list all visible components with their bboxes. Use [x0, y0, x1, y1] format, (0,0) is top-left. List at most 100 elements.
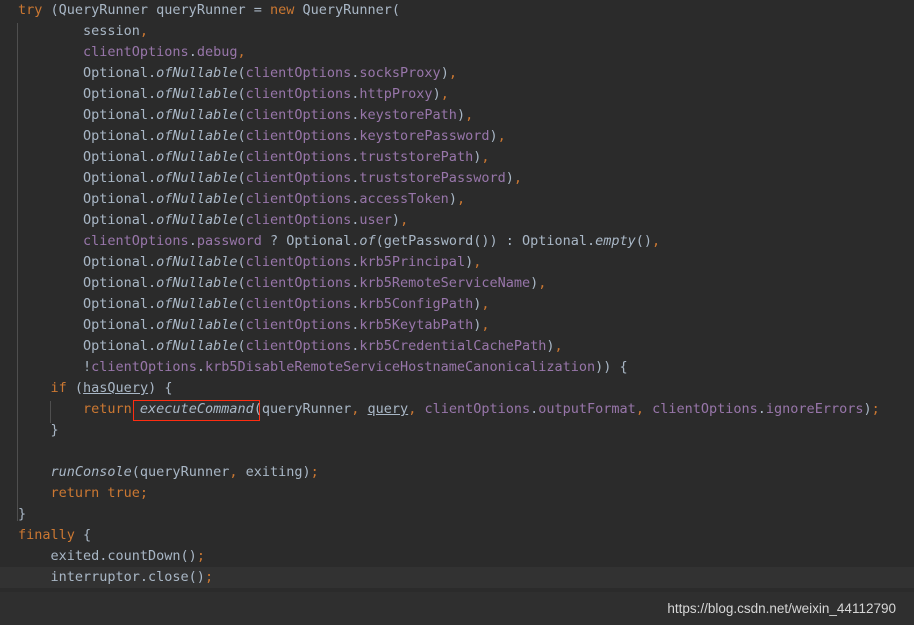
code-line[interactable]: Optional.ofNullable(clientOptions.httpPr…	[0, 84, 914, 105]
code-line[interactable]: exited.countDown();	[0, 546, 914, 567]
code-line[interactable]: try (QueryRunner queryRunner = new Query…	[0, 0, 914, 21]
code-token: ofNullable	[156, 338, 238, 354]
code-token: ofNullable	[156, 191, 238, 207]
code-token: ,	[481, 317, 490, 333]
code-token: Optional.	[18, 65, 157, 81]
code-token: )	[456, 107, 466, 123]
code-token: (	[237, 191, 246, 207]
code-line[interactable]: Optional.ofNullable(clientOptions.trusts…	[0, 147, 914, 168]
code-line[interactable]: Optional.ofNullable(clientOptions.socksP…	[0, 63, 914, 84]
code-token: ofNullable	[156, 128, 238, 144]
code-line[interactable]: Optional.ofNullable(clientOptions.krb5Pr…	[0, 252, 914, 273]
code-line-text: !clientOptions.krb5DisableRemoteServiceH…	[0, 357, 628, 378]
code-token: clientOptions	[245, 128, 352, 144]
code-token: )	[530, 275, 539, 291]
code-token: ,	[448, 65, 457, 81]
code-token: Optional.	[18, 275, 157, 291]
code-line[interactable]: Optional.ofNullable(clientOptions.user),	[0, 210, 914, 231]
code-token: ;	[310, 464, 319, 480]
code-token: }	[18, 590, 26, 592]
code-line[interactable]	[0, 441, 914, 462]
code-token: clientOptions	[18, 233, 189, 249]
code-token: ,	[465, 107, 474, 123]
code-line[interactable]: if (hasQuery) {	[0, 378, 914, 399]
code-line[interactable]: Optional.ofNullable(clientOptions.access…	[0, 189, 914, 210]
code-line-text: Optional.ofNullable(clientOptions.keysto…	[0, 105, 473, 126]
code-token: of	[359, 233, 376, 249]
code-token: !	[18, 359, 92, 375]
code-line[interactable]: }	[0, 420, 914, 441]
code-line[interactable]: Optional.ofNullable(clientOptions.krb5Cr…	[0, 336, 914, 357]
code-token: (getPassword()) : Optional.	[375, 233, 596, 249]
code-line[interactable]: return executeCommand(queryRunner, query…	[0, 399, 914, 420]
code-line[interactable]: Optional.ofNullable(clientOptions.krb5Co…	[0, 294, 914, 315]
code-token: )	[448, 191, 457, 207]
code-line[interactable]: !clientOptions.krb5DisableRemoteServiceH…	[0, 357, 914, 378]
code-token: httpProxy	[359, 86, 433, 102]
code-token: )	[391, 212, 401, 228]
code-line-text: }	[0, 504, 26, 525]
code-line[interactable]: }	[0, 504, 914, 525]
code-token: ofNullable	[156, 275, 238, 291]
code-line-text: Optional.ofNullable(clientOptions.krb5Cr…	[0, 336, 563, 357]
code-line-text: exited.countDown();	[0, 546, 205, 567]
code-token: (	[237, 254, 246, 270]
code-token: (	[237, 107, 246, 123]
code-line-text: Optional.ofNullable(clientOptions.krb5Ke…	[0, 315, 489, 336]
code-line[interactable]: clientOptions.password ? Optional.of(get…	[0, 231, 914, 252]
code-token: ;	[204, 569, 214, 585]
code-token: )	[432, 86, 441, 102]
code-token: accessToken	[359, 191, 449, 207]
code-token: clientOptions	[245, 317, 352, 333]
code-line[interactable]: session,	[0, 21, 914, 42]
code-token: password	[196, 233, 262, 249]
code-token: (queryRunner	[253, 401, 352, 417]
code-token: Optional.	[18, 107, 157, 123]
code-line[interactable]: Optional.ofNullable(clientOptions.keysto…	[0, 126, 914, 147]
code-token: ofNullable	[156, 86, 238, 102]
code-token: .	[757, 401, 766, 417]
code-line-text: Optional.ofNullable(clientOptions.access…	[0, 189, 465, 210]
code-token: keystorePassword	[359, 128, 490, 144]
code-token: krb5CredentialCachePath	[359, 338, 547, 354]
code-token: (	[237, 212, 246, 228]
code-token: }	[18, 506, 27, 522]
code-token: Optional.	[18, 191, 157, 207]
code-line[interactable]: Optional.ofNullable(clientOptions.krb5Ke…	[0, 315, 914, 336]
code-token: executeCommand	[139, 401, 254, 417]
code-token: finally	[18, 527, 84, 543]
code-line[interactable]: interruptor.close();	[0, 567, 914, 588]
code-token: query	[367, 401, 409, 417]
code-line-text: finally {	[0, 525, 91, 546]
code-token: .	[188, 233, 197, 249]
code-token: (	[237, 275, 246, 291]
code-line-text: if (hasQuery) {	[0, 378, 173, 399]
code-token: krb5RemoteServiceName	[359, 275, 531, 291]
code-token: }	[18, 422, 59, 438]
code-line[interactable]: clientOptions.debug,	[0, 42, 914, 63]
code-line[interactable]: runConsole(queryRunner, exiting);	[0, 462, 914, 483]
code-token: (	[237, 65, 246, 81]
code-editor-viewport[interactable]: try (QueryRunner queryRunner = new Query…	[0, 0, 914, 592]
code-line[interactable]: return true;	[0, 483, 914, 504]
code-line[interactable]: Optional.ofNullable(clientOptions.krb5Re…	[0, 273, 914, 294]
code-token: ofNullable	[156, 317, 238, 333]
code-line[interactable]: Optional.ofNullable(clientOptions.trusts…	[0, 168, 914, 189]
code-token: .	[196, 359, 205, 375]
code-line-text: Optional.ofNullable(clientOptions.httpPr…	[0, 84, 449, 105]
code-token: ,	[497, 128, 506, 144]
code-line-text: interruptor.close();	[0, 567, 214, 588]
code-token: Optional.	[18, 317, 157, 333]
code-line[interactable]: Optional.ofNullable(clientOptions.keysto…	[0, 105, 914, 126]
code-token: krb5KeytabPath	[359, 317, 474, 333]
code-token: Optional.	[18, 86, 157, 102]
code-token: truststorePath	[359, 149, 474, 165]
code-lines-container[interactable]: try (QueryRunner queryRunner = new Query…	[0, 0, 914, 592]
code-line[interactable]: finally {	[0, 525, 914, 546]
code-token: krb5Principal	[359, 254, 466, 270]
code-token: ,	[473, 254, 482, 270]
code-token: ,	[652, 233, 661, 249]
